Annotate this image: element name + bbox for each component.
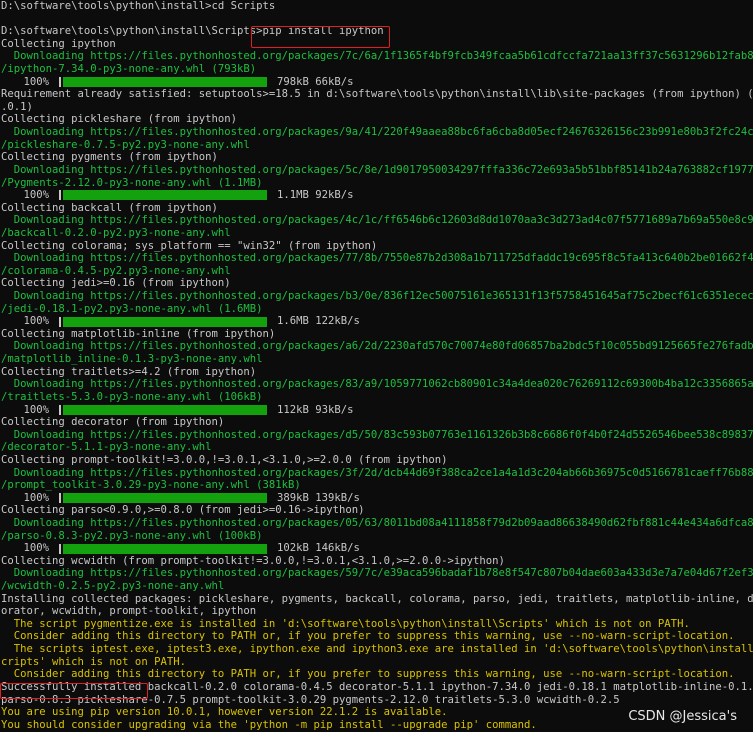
- progress-percent: 100%: [23, 542, 49, 555]
- output-line: Successfully installed backcall-0.2.0 co…: [1, 680, 753, 693]
- progress-percent: 100%: [23, 75, 49, 88]
- download-line: /wcwidth-0.2.5-py2.py3-none-any.whl: [1, 580, 225, 593]
- download-line: Downloading https://files.pythonhosted.o…: [1, 428, 753, 441]
- output-line: Installing collected packages: picklesha…: [1, 592, 753, 605]
- output-line: Collecting pickleshare (from ipython): [1, 113, 237, 126]
- output-line: Collecting wcwidth (from prompt-toolkit!…: [1, 554, 505, 567]
- progress-bar: [59, 190, 271, 201]
- progress-bar: [59, 316, 271, 327]
- download-line: Downloading https://files.pythonhosted.o…: [1, 516, 753, 529]
- progress-bar-fill: [63, 543, 267, 554]
- progress-row: 100% 112kB 93kB/s: [0, 404, 753, 417]
- progress-rate: 1.6MB 122kB/s: [277, 315, 360, 328]
- warning-line: The scripts iptest.exe, iptest3.exe, ipy…: [1, 643, 753, 656]
- progress-bar-cap: [59, 76, 61, 87]
- progress-bar-cap: [59, 493, 61, 504]
- output-line: Collecting prompt-toolkit!=3.0.0,!=3.0.1…: [1, 453, 448, 466]
- output-line: orator, wcwidth, prompt-toolkit, ipython: [1, 605, 257, 618]
- download-line: /pickleshare-0.7.5-py2.py3-none-any.whl: [1, 138, 250, 151]
- download-line: /traitlets-5.3.0-py3-none-any.whl (106kB…: [1, 390, 263, 403]
- progress-bar-fill: [63, 493, 267, 504]
- download-line: Downloading https://files.pythonhosted.o…: [1, 340, 753, 353]
- download-line: Downloading https://files.pythonhosted.o…: [1, 214, 753, 227]
- progress-percent: 100%: [23, 403, 49, 416]
- output-line: Collecting decorator (from ipython): [1, 416, 225, 429]
- output-line: Collecting colorama; sys_platform == "wi…: [1, 239, 378, 252]
- output-line: .0.1): [1, 100, 33, 113]
- download-line: Downloading https://files.pythonhosted.o…: [1, 50, 753, 63]
- progress-rate: 112kB 93kB/s: [277, 403, 354, 416]
- warning-line: The script pygmentize.exe is installed i…: [1, 617, 690, 630]
- progress-row: 100% 1.1MB 92kB/s: [0, 189, 753, 202]
- output-line: Collecting matplotlib-inline (from ipyth…: [1, 327, 276, 340]
- download-line: /parso-0.8.3-py2.py3-none-any.whl (100kB…: [1, 529, 263, 542]
- warning-line: Consider adding this directory to PATH o…: [1, 630, 735, 643]
- download-line: Downloading https://files.pythonhosted.o…: [1, 567, 753, 580]
- progress-bar-cap: [59, 316, 61, 327]
- download-line: /prompt_toolkit-3.0.29-py3-none-any.whl …: [1, 479, 301, 492]
- download-line: Downloading https://files.pythonhosted.o…: [1, 126, 753, 139]
- progress-bar-cap: [59, 543, 61, 554]
- output-line: Collecting ipython: [1, 37, 116, 50]
- progress-rate: 102kB 146kB/s: [277, 542, 360, 555]
- progress-bar: [59, 543, 271, 554]
- download-line: Downloading https://files.pythonhosted.o…: [1, 163, 753, 176]
- watermark-text: CSDN @Jessica's: [628, 709, 737, 724]
- progress-row: 100% 1.6MB 122kB/s: [0, 315, 753, 328]
- progress-rate: 389kB 139kB/s: [277, 491, 360, 504]
- progress-bar-fill: [63, 76, 267, 87]
- download-line: /colorama-0.4.5-py2.py3-none-any.whl: [1, 264, 231, 277]
- output-line: Collecting traitlets>=4.2 (from ipython): [1, 365, 257, 378]
- download-line: /matplotlib_inline-0.1.3-py3-none-any.wh…: [1, 353, 263, 366]
- download-line: Downloading https://files.pythonhosted.o…: [1, 290, 753, 303]
- output-line: D:\software\tools\python\install>cd Scri…: [1, 0, 276, 12]
- output-line: parso-0.8.3 pickleshare-0.7.5 prompt-too…: [1, 693, 620, 706]
- progress-bar-fill: [63, 316, 267, 327]
- progress-bar-fill: [63, 404, 267, 415]
- output-line: Requirement already satisfied: setuptool…: [1, 88, 753, 101]
- warning-line: Consider adding this directory to PATH o…: [1, 668, 735, 681]
- progress-bar-cap: [59, 190, 61, 201]
- progress-row: 100% 102kB 146kB/s: [0, 542, 753, 555]
- warning-line: cripts' which is not on PATH.: [1, 655, 186, 668]
- progress-bar-cap: [59, 404, 61, 415]
- progress-bar-fill: [63, 190, 267, 201]
- progress-row: 100% 389kB 139kB/s: [0, 492, 753, 505]
- progress-percent: 100%: [23, 491, 49, 504]
- download-line: /backcall-0.2.0-py2.py3-none-any.whl: [1, 226, 231, 239]
- progress-bar: [59, 404, 271, 415]
- download-line: Downloading https://files.pythonhosted.o…: [1, 466, 753, 479]
- progress-row: 100% 798kB 66kB/s: [0, 76, 753, 89]
- terminal-window[interactable]: D:\software\tools\python\install>cd Scri…: [0, 0, 753, 732]
- progress-rate: 798kB 66kB/s: [277, 75, 354, 88]
- progress-bar: [59, 76, 271, 87]
- download-line: /decorator-5.1.1-py3-none-any.whl: [1, 441, 212, 454]
- progress-rate: 1.1MB 92kB/s: [277, 189, 354, 202]
- output-line: Collecting backcall (from ipython): [1, 201, 218, 214]
- output-line: Collecting pygments (from ipython): [1, 151, 218, 164]
- progress-percent: 100%: [23, 189, 49, 202]
- output-line: Collecting parso<0.9.0,>=0.8.0 (from jed…: [1, 504, 365, 517]
- download-line: Downloading https://files.pythonhosted.o…: [1, 378, 753, 391]
- progress-bar: [59, 493, 271, 504]
- download-line: Downloading https://files.pythonhosted.o…: [1, 252, 753, 265]
- output-line: D:\software\tools\python\install\Scripts…: [1, 25, 384, 38]
- progress-percent: 100%: [23, 315, 49, 328]
- download-line: /Pygments-2.12.0-py3-none-any.whl (1.1MB…: [1, 176, 263, 189]
- download-line: /jedi-0.18.1-py2.py3-none-any.whl (1.6MB…: [1, 302, 263, 315]
- output-line: Collecting jedi>=0.16 (from ipython): [1, 277, 231, 290]
- download-line: /ipython-7.34.0-py3-none-any.whl (793kB): [1, 63, 257, 76]
